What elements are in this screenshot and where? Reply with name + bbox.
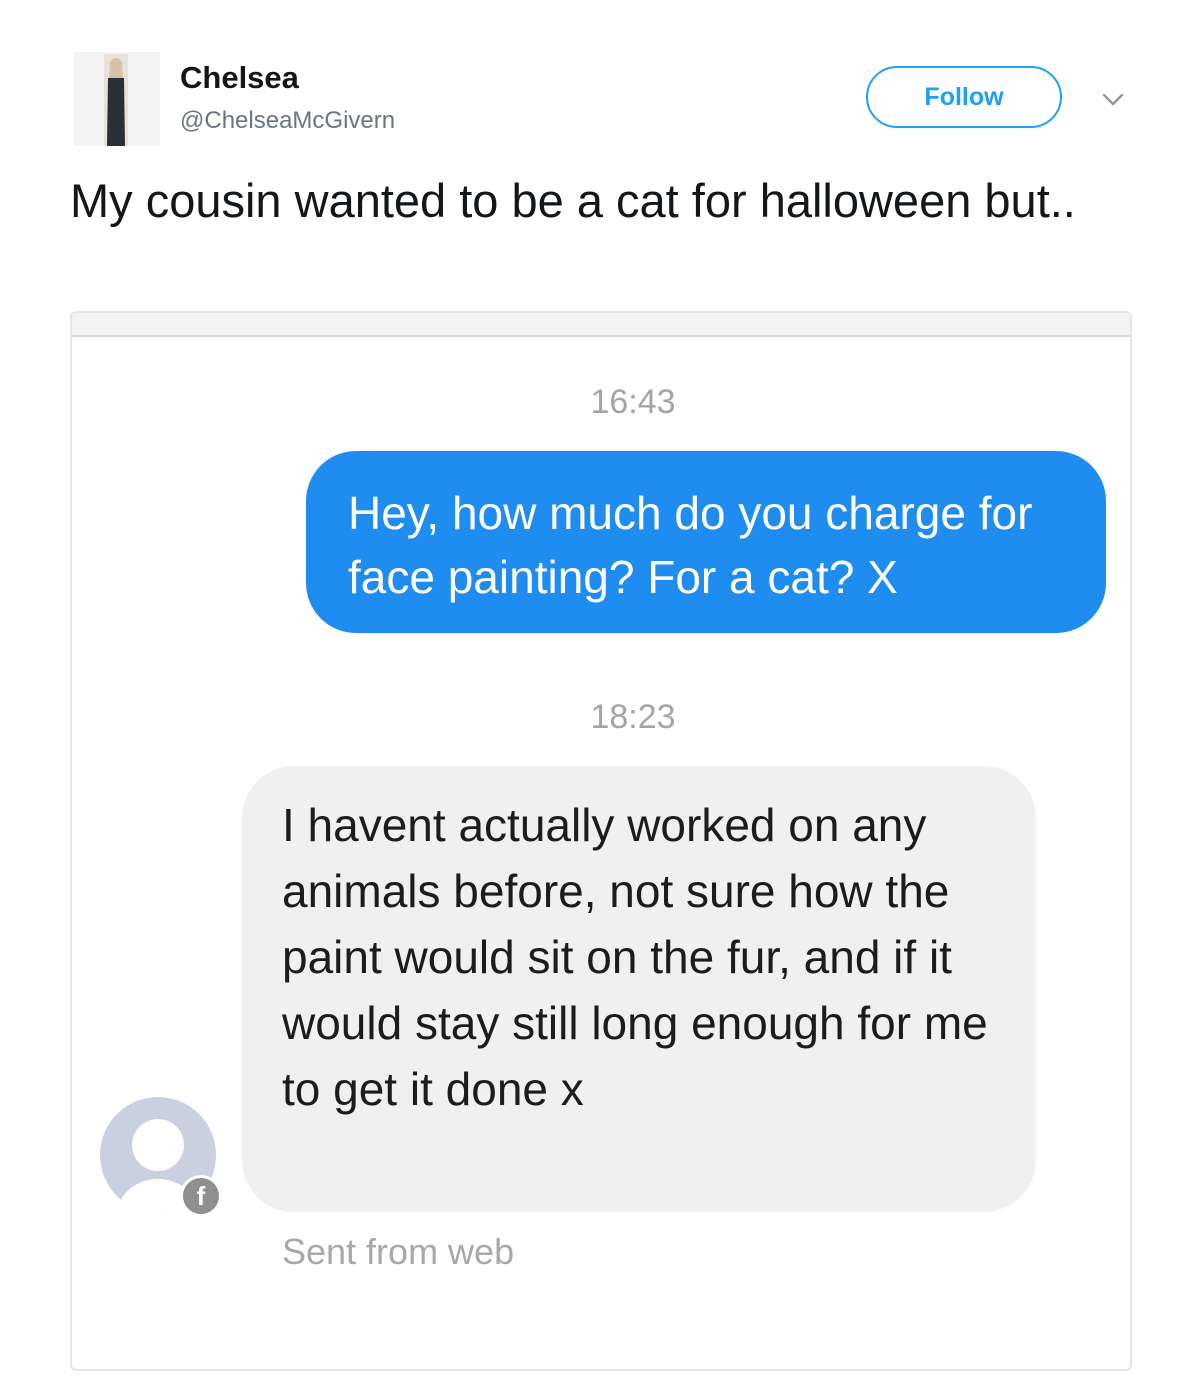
author-avatar[interactable]: [74, 52, 160, 146]
message-timestamp: 18:23: [590, 698, 676, 736]
author-photo: [104, 54, 128, 146]
sent-from-label: Sent from web: [282, 1231, 515, 1272]
author-name[interactable]: Chelsea: [180, 60, 299, 96]
follow-button[interactable]: Follow: [866, 66, 1062, 128]
author-handle[interactable]: @ChelseaMcGivern: [180, 107, 395, 135]
message-timestamp: 16:43: [590, 383, 676, 421]
tweet-text: My cousin wanted to be a cat for hallowe…: [70, 174, 1076, 227]
tweet-media[interactable]: 16:43 Hey, how much do you charge for fa…: [70, 311, 1132, 1371]
outgoing-message-bubble: Hey, how much do you charge for face pai…: [306, 451, 1106, 633]
facebook-icon: f: [180, 1175, 222, 1217]
screenshot-top-bar: [72, 313, 1130, 337]
incoming-message-bubble: I havent actually worked on any animals …: [242, 766, 1036, 1212]
chevron-down-icon[interactable]: [1100, 88, 1126, 110]
